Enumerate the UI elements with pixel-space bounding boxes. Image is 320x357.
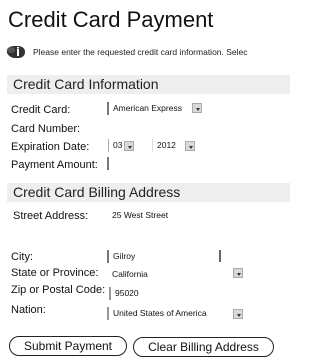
- nation-label: Nation:: [11, 304, 46, 316]
- card-number-label: Card Number:: [11, 123, 81, 135]
- chevron-down-icon[interactable]: [233, 268, 243, 278]
- expiration-date-label: Expiration Date:: [11, 141, 90, 153]
- payment-amount-label: Payment Amount:: [11, 159, 98, 171]
- nation-select[interactable]: United States of America: [107, 307, 237, 320]
- clear-billing-address-button[interactable]: Clear Billing Address: [133, 337, 274, 357]
- zip-value: 95020: [115, 288, 139, 298]
- payment-amount-input[interactable]: [107, 157, 147, 170]
- city-field-end: [219, 250, 221, 262]
- zip-label: Zip or Postal Code:: [11, 284, 106, 296]
- city-input[interactable]: Gilroy: [107, 250, 187, 263]
- info-message: Please enter the requested credit card i…: [33, 47, 248, 57]
- street-address-label: Street Address:: [13, 210, 89, 222]
- billing-section-header: Credit Card Billing Address: [7, 183, 290, 202]
- card-info-heading: Credit Card Information: [13, 76, 159, 92]
- state-label: State or Province:: [11, 267, 99, 279]
- credit-card-label: Credit Card:: [11, 104, 71, 116]
- billing-heading: Credit Card Billing Address: [13, 184, 181, 200]
- chevron-down-icon[interactable]: [233, 309, 243, 319]
- chevron-down-icon[interactable]: [124, 141, 134, 151]
- info-icon: [5, 44, 27, 60]
- state-select[interactable]: California: [112, 269, 148, 279]
- city-value: Gilroy: [113, 251, 136, 261]
- street-address-input[interactable]: 25 West Street: [112, 210, 168, 220]
- chevron-down-icon[interactable]: [185, 141, 195, 151]
- submit-payment-button[interactable]: Submit Payment: [9, 336, 127, 356]
- page-title: Credit Card Payment: [8, 7, 214, 32]
- exp-year-value: 2012: [157, 140, 176, 150]
- zip-input[interactable]: 95020: [109, 287, 159, 300]
- card-info-section-header: Credit Card Information: [7, 75, 290, 94]
- card-number-input[interactable]: [107, 121, 147, 134]
- nation-value: United States of America: [113, 308, 207, 318]
- city-label: City:: [11, 251, 33, 263]
- exp-month-value: 03: [113, 140, 123, 150]
- credit-card-value: American Express: [113, 103, 182, 113]
- chevron-down-icon[interactable]: [192, 103, 202, 113]
